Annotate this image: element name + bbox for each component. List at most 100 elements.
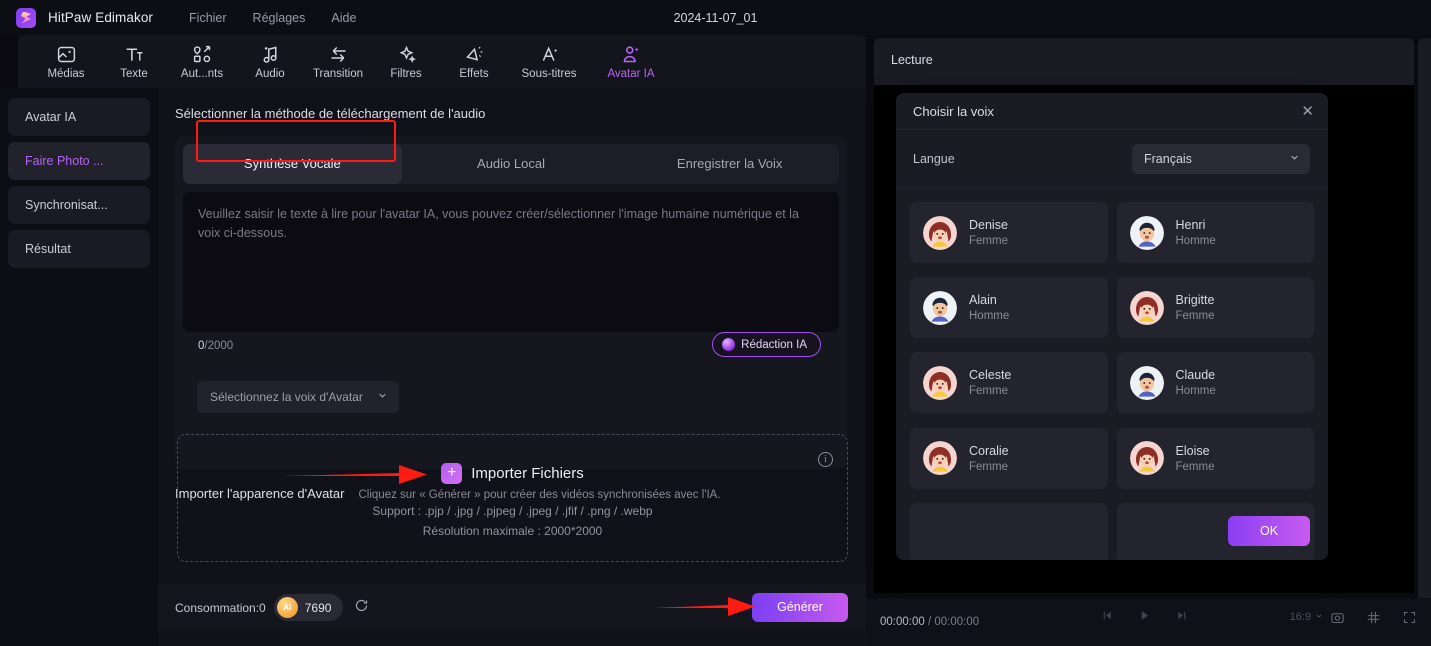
aspect-ratio-value: 16:9 (1289, 611, 1311, 623)
sidebar-item-resultat[interactable]: Résultat (8, 230, 150, 268)
main-toolbar: Médias Texte Aut...nts Audio Transition (18, 35, 866, 88)
tool-transition[interactable]: Transition (304, 44, 372, 80)
credit-value: 7690 (304, 600, 332, 615)
tool-effets[interactable]: Effets (440, 44, 508, 80)
tool-texte[interactable]: Texte (100, 44, 168, 80)
voice-gender: Femme (1175, 460, 1215, 473)
tool-avatar-ia[interactable]: Avatar IA (590, 44, 672, 80)
female-red-hair-avatar (923, 365, 957, 400)
next-frame-icon[interactable] (1175, 609, 1188, 627)
language-value: Français (1144, 152, 1192, 166)
main-bottom-bar: Consommation:0 AI 7690 Générer (158, 584, 866, 631)
grid-icon[interactable] (1366, 610, 1381, 630)
voice-card-henri[interactable]: Henri Homme (1116, 202, 1314, 263)
transition-icon (328, 44, 349, 65)
avatar-voice-select[interactable]: Sélectionnez la voix d'Avatar (197, 381, 399, 413)
main-panel: Sélectionner la méthode de téléchargemen… (158, 88, 866, 646)
play-icon[interactable] (1138, 609, 1151, 627)
aspect-ratio-selector[interactable]: 16:9 (1290, 611, 1323, 623)
fullscreen-icon[interactable] (1402, 610, 1417, 630)
language-select[interactable]: Français (1132, 144, 1310, 174)
right-panel-strip (1418, 38, 1431, 598)
script-textarea[interactable]: Veuillez saisir le texte à lire pour l'a… (183, 192, 839, 332)
tool-label: Aut...nts (180, 67, 224, 80)
current-time: 00:00:00 (880, 616, 925, 628)
voice-info: Coralie Femme (969, 444, 1009, 473)
app-window: HitPaw Edimakor Fichier Réglages Aide 20… (0, 0, 1431, 646)
tool-label: Avatar IA (607, 67, 655, 80)
support-formats: Support : .pjp / .jpg / .pjpeg / .jpeg /… (178, 501, 847, 541)
voice-info: Eloise Femme (1176, 444, 1215, 473)
voice-card-eloise[interactable]: Eloise Femme (1116, 427, 1314, 489)
ok-button[interactable]: OK (1228, 516, 1310, 546)
voice-card-celeste[interactable]: Celeste Femme (910, 352, 1108, 414)
script-placeholder: Veuillez saisir le texte à lire pour l'a… (198, 207, 799, 240)
sidebar-item-label: Synchronisat... (25, 198, 108, 212)
time-display: 00:00:00 / 00:00:00 (880, 616, 979, 628)
sidebar-item-label: Faire Photo ... (25, 154, 104, 168)
tool-sous-titres[interactable]: Sous-titres (508, 44, 590, 80)
media-icon (56, 44, 77, 65)
tool-medias[interactable]: Médias (32, 44, 100, 80)
dialog-title: Choisir la voix (913, 103, 994, 119)
voice-name: Coralie (969, 443, 1009, 458)
audio-method-card: Synthèse Vocale Audio Local Enregistrer … (175, 136, 847, 469)
sidebar-item-label: Avatar IA (25, 110, 77, 124)
voice-gender: Femme (969, 235, 1008, 247)
tab-enregistrer-la-voix[interactable]: Enregistrer la Voix (620, 144, 839, 184)
male-dark-hair-avatar (1129, 365, 1164, 400)
support-line-1: Support : .pjp / .jpg / .pjpeg / .jpeg /… (372, 504, 653, 518)
menu-item-aide[interactable]: Aide (331, 11, 356, 25)
voice-card-brigitte[interactable]: Brigitte Femme (1116, 277, 1314, 339)
tool-audio[interactable]: Audio (236, 44, 304, 80)
ai-coin-icon: AI (276, 597, 298, 618)
left-sidebar: Avatar IA Faire Photo ... Synchronisat..… (0, 88, 158, 646)
snapshot-icon[interactable] (1330, 610, 1345, 630)
male-dark-hair-avatar (1129, 215, 1164, 250)
menu-item-fichier[interactable]: Fichier (189, 11, 227, 25)
import-files-button[interactable]: + Importer Fichiers (178, 463, 847, 484)
voice-card-coralie[interactable]: Coralie Femme (910, 427, 1108, 489)
menu-item-reglages[interactable]: Réglages (253, 11, 306, 25)
tab-audio-local[interactable]: Audio Local (402, 144, 621, 184)
tool-elements[interactable]: Aut...nts (168, 44, 236, 80)
hitpaw-logo-icon (16, 7, 36, 28)
voice-card-partial-left[interactable] (910, 502, 1108, 560)
voice-list: Denise Femme Henri Homme Alain Homme Bri… (896, 189, 1328, 560)
sidebar-item-faire-photo[interactable]: Faire Photo ... (8, 142, 150, 180)
prev-frame-icon[interactable] (1101, 609, 1114, 627)
total-time: 00:00:00 (934, 616, 980, 628)
voice-name: Alain (969, 293, 997, 308)
chevron-down-icon (377, 390, 388, 404)
close-icon[interactable]: ✕ (1301, 104, 1314, 119)
tab-synthese-vocale[interactable]: Synthèse Vocale (183, 144, 402, 184)
refresh-icon[interactable] (354, 598, 369, 618)
sidebar-item-synchronisation[interactable]: Synchronisat... (8, 186, 150, 224)
tool-label: Transition (312, 67, 364, 80)
elements-icon (192, 44, 213, 65)
info-icon[interactable]: i (818, 452, 833, 467)
voice-gender: Femme (1175, 310, 1215, 323)
voice-card-alain[interactable]: Alain Homme (910, 277, 1108, 339)
voice-name: Claude (1175, 368, 1216, 383)
voice-card-denise[interactable]: Denise Femme (910, 202, 1108, 263)
tool-filtres[interactable]: Filtres (372, 44, 440, 80)
time-separator: / (924, 616, 935, 628)
page-title: Sélectionner la méthode de téléchargemen… (175, 106, 486, 121)
redaction-ia-button[interactable]: Rédaction IA (712, 332, 821, 357)
voice-name: Denise (969, 218, 1008, 232)
avatar-dropzone[interactable]: + Importer Fichiers Support : .pjp / .jp… (177, 434, 848, 562)
generate-button[interactable]: Générer (752, 593, 848, 622)
voice-info: Denise Femme (969, 218, 1008, 247)
chevron-down-icon (1289, 152, 1300, 166)
effects-icon (464, 44, 485, 65)
choose-voice-dialog: Choisir la voix ✕ Langue Français Denise… (896, 93, 1328, 560)
sidebar-item-avatar-ia[interactable]: Avatar IA (8, 98, 150, 136)
voice-card-claude[interactable]: Claude Homme (1116, 352, 1314, 414)
voice-info: Alain Homme (969, 293, 1009, 322)
tool-label: Effets (459, 67, 489, 80)
voice-gender: Homme (1175, 235, 1216, 247)
tool-label: Texte (120, 67, 148, 80)
sparkle-orb-icon (722, 338, 736, 351)
female-red-hair-avatar (1129, 290, 1164, 325)
